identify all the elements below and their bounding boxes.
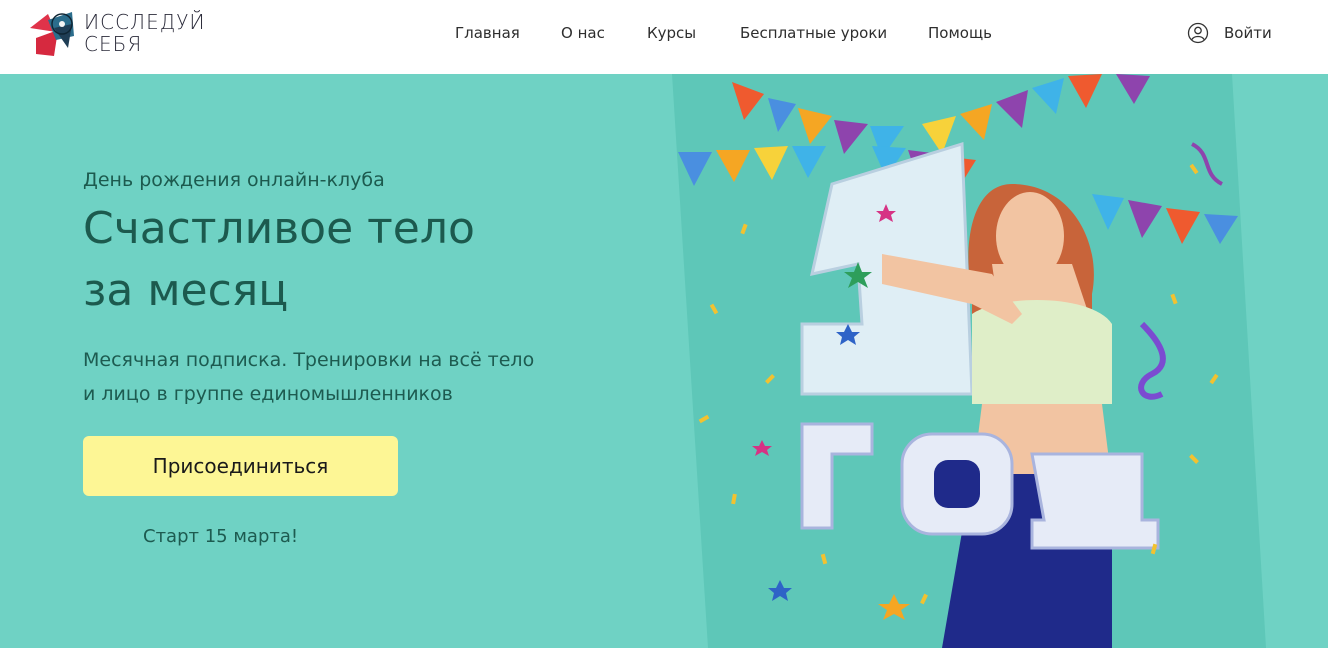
join-button-label: Присоединиться (152, 454, 329, 478)
nav-about[interactable]: О нас (561, 24, 605, 42)
nav-help[interactable]: Помощь (928, 24, 992, 42)
hero-subtitle-line1: Месячная подписка. Тренировки на всё тел… (83, 349, 535, 371)
hero-headline: Счастливое тело за месяц (83, 198, 583, 322)
hero-headline-line1: Счастливое тело (83, 203, 475, 254)
join-button[interactable]: Присоединиться (83, 436, 398, 496)
start-date-note: Старт 15 марта! (143, 526, 299, 547)
logo-mark-icon (30, 12, 74, 56)
user-circle-icon (1187, 22, 1209, 44)
site-logo[interactable]: ИССЛЕДУЙ СЕБЯ (28, 10, 268, 62)
login-label: Войти (1224, 24, 1272, 42)
hero-subtitle: Месячная подписка. Тренировки на всё тел… (83, 343, 623, 411)
logo-text-line1: ИССЛЕДУЙ (84, 10, 206, 34)
nav-free-lessons[interactable]: Бесплатные уроки (740, 24, 887, 42)
hero-eyebrow: День рождения онлайн-клуба (83, 169, 385, 191)
hero-subtitle-line2: и лицо в группе единомышленников (83, 383, 453, 405)
site-header: ИССЛЕДУЙ СЕБЯ Главная О нас Курсы Беспла… (0, 0, 1328, 74)
hero-birthday-image (672, 74, 1266, 648)
nav-courses[interactable]: Курсы (647, 24, 696, 42)
logo-text-line2: СЕБЯ (84, 32, 143, 56)
hero-headline-line2: за месяц (83, 265, 289, 316)
nav-home[interactable]: Главная (455, 24, 520, 42)
